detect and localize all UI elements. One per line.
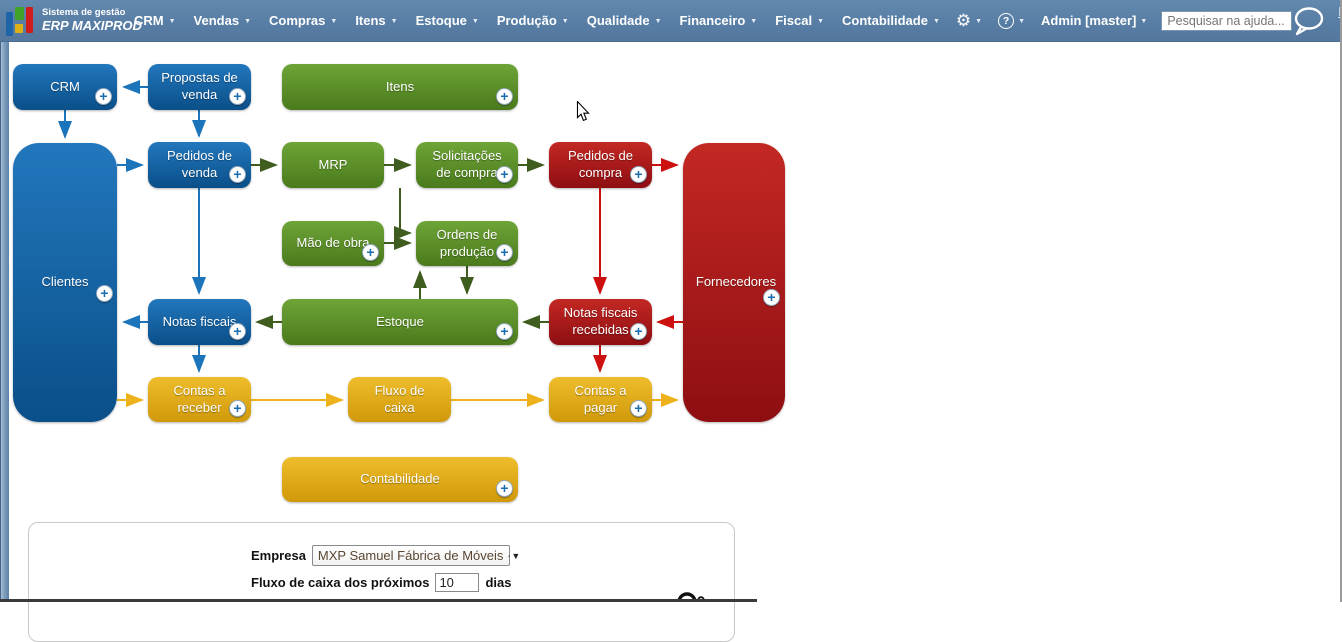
add-icon[interactable]: + — [95, 88, 112, 105]
select-chevron-icon: ▼ — [511, 550, 521, 561]
erp-module-diagram: CRM + Propostas de venda + Itens + Clientes + Pe… — [0, 0, 1342, 602]
menu-label: Produção — [496, 13, 557, 28]
add-icon[interactable]: + — [496, 480, 513, 497]
node-label: Clientes — [41, 274, 89, 290]
add-icon[interactable]: + — [96, 285, 113, 302]
gear-icon: ⚙ — [955, 11, 972, 30]
dias-label: dias — [485, 575, 512, 590]
add-icon[interactable]: + — [630, 400, 647, 417]
menu-label: Estoque — [415, 13, 467, 28]
menu-estoque[interactable]: Estoque ▼ — [416, 13, 479, 28]
chevron-down-icon: ▼ — [1018, 18, 1026, 25]
menu-fiscal[interactable]: Fiscal ▼ — [775, 13, 824, 28]
diagram-node-notas-fiscais[interactable]: Notas fiscais + — [148, 299, 251, 345]
menu-label: Vendas — [193, 13, 240, 28]
top-navbar: Sistema de gestão ERP MAXIPROD CRM ▼ Venda… — [0, 0, 1342, 42]
diagram-node-clientes[interactable]: Clientes + — [13, 143, 117, 422]
node-label: Estoque — [376, 313, 424, 329]
diagram-node-mrp[interactable]: MRP — [282, 142, 384, 188]
add-icon[interactable]: + — [763, 289, 780, 306]
main-menu-bar: CRM ▼ Vendas ▼ Compras ▼ Itens ▼ Estoque ▼ Produçã… — [134, 13, 940, 28]
chat-bubble-icon[interactable] — [1292, 6, 1326, 36]
node-label: Fluxo de caixa — [374, 382, 425, 415]
add-icon[interactable]: + — [630, 323, 647, 340]
admin-menu[interactable]: Admin [master] ▼ — [1041, 13, 1147, 28]
menu-vendas[interactable]: Vendas ▼ — [194, 13, 251, 28]
add-icon[interactable]: + — [229, 323, 246, 340]
add-icon[interactable]: + — [229, 400, 246, 417]
diagram-node-pedidos-compra[interactable]: Pedidos de compra + — [549, 142, 652, 188]
menu-producao[interactable]: Produção ▼ — [497, 13, 569, 28]
node-label: Contabilidade — [360, 471, 440, 487]
diagram-node-ordens-producao[interactable]: Ordens de produção + — [416, 221, 518, 266]
cash-flow-days-label: Fluxo de caixa dos próximos — [251, 575, 430, 590]
add-icon[interactable]: + — [229, 166, 246, 183]
menu-label: Fiscal — [775, 13, 813, 28]
diagram-node-solicitacoes-compra[interactable]: Solicitações de compra + — [416, 142, 518, 188]
logo-blocks-icon — [6, 5, 35, 37]
diagram-node-contas-pagar[interactable]: Contas a pagar + — [549, 377, 652, 422]
add-icon[interactable]: + — [496, 166, 513, 183]
node-label: CRM — [50, 78, 80, 94]
node-label: MRP — [318, 156, 348, 172]
logo-title: ERP MAXIPROD — [42, 17, 142, 33]
add-icon[interactable]: + — [362, 244, 379, 261]
empresa-select[interactable]: MXP Samuel Fábrica de Móveis · ▼ — [311, 545, 520, 566]
diagram-node-fluxo-caixa[interactable]: Fluxo de caixa — [348, 377, 451, 422]
help-search-input[interactable] — [1161, 10, 1293, 31]
chevron-down-icon: ▼ — [932, 18, 940, 25]
add-icon[interactable]: + — [496, 88, 513, 105]
diagram-node-notas-fiscais-recebidas[interactable]: Notas fiscais recebidas + — [549, 299, 652, 345]
menu-label: Itens — [355, 13, 386, 28]
menu-label: Qualidade — [586, 13, 650, 28]
menu-label: Compras — [269, 13, 326, 28]
empresa-label: Empresa — [251, 548, 306, 563]
diagram-node-estoque[interactable]: Estoque + — [282, 299, 518, 345]
diagram-node-itens[interactable]: Itens + — [282, 64, 518, 110]
chevron-down-icon: ▼ — [471, 18, 479, 25]
chevron-down-icon: ▼ — [168, 18, 176, 25]
chevron-down-icon: ▼ — [750, 18, 758, 25]
help-icon: ? — [998, 12, 1015, 29]
cash-flow-form-panel: Empresa MXP Samuel Fábrica de Móveis · ▼… — [28, 522, 735, 642]
add-icon[interactable]: + — [496, 244, 513, 261]
chevron-down-icon: ▼ — [244, 18, 252, 25]
diagram-node-mao-de-obra[interactable]: Mão de obra + — [282, 221, 384, 266]
diagram-node-crm[interactable]: CRM + — [13, 64, 117, 110]
menu-itens[interactable]: Itens ▼ — [355, 13, 397, 28]
chevron-down-icon: ▼ — [330, 18, 338, 25]
menu-qualidade[interactable]: Qualidade ▼ — [587, 13, 662, 28]
node-label: Itens — [385, 78, 415, 94]
add-icon[interactable]: + — [630, 166, 647, 183]
menu-compras[interactable]: Compras ▼ — [269, 13, 337, 28]
diagram-node-contas-receber[interactable]: Contas a receber + — [148, 377, 251, 422]
chevron-down-icon: ▼ — [390, 18, 398, 25]
diagram-node-pedidos-venda[interactable]: Pedidos de venda + — [148, 142, 251, 188]
menu-label: Financeiro — [679, 13, 746, 28]
menu-contabilidade[interactable]: Contabilidade ▼ — [842, 13, 940, 28]
menu-financeiro[interactable]: Financeiro ▼ — [680, 13, 758, 28]
diagram-node-contabilidade[interactable]: Contabilidade + — [282, 457, 518, 502]
chevron-down-icon: ▼ — [654, 18, 662, 25]
settings-menu[interactable]: ⚙ ▼ — [956, 12, 982, 29]
add-icon[interactable]: + — [496, 323, 513, 340]
menu-label: Contabilidade — [842, 13, 928, 28]
help-menu[interactable]: ? ▼ — [998, 12, 1026, 29]
chevron-down-icon: ▼ — [1140, 18, 1148, 25]
left-edge-strip — [0, 42, 9, 602]
days-input[interactable] — [435, 573, 480, 592]
add-icon[interactable]: + — [229, 88, 246, 105]
diagram-node-propostas-venda[interactable]: Propostas de venda + — [148, 64, 251, 110]
logo-subtitle: Sistema de gestão — [42, 7, 126, 19]
diagram-node-fornecedores[interactable]: Fornecedores + — [683, 143, 785, 422]
menu-crm[interactable]: CRM ▼ — [134, 13, 176, 28]
admin-menu-label: Admin [master] — [1041, 13, 1137, 28]
empresa-select-value: MXP Samuel Fábrica de Móveis · — [317, 548, 512, 563]
chevron-down-icon: ▼ — [561, 18, 569, 25]
menu-label: CRM — [134, 13, 164, 28]
app-logo: Sistema de gestão ERP MAXIPROD — [6, 5, 142, 37]
chevron-down-icon: ▼ — [975, 18, 983, 25]
chevron-down-icon: ▼ — [817, 18, 825, 25]
